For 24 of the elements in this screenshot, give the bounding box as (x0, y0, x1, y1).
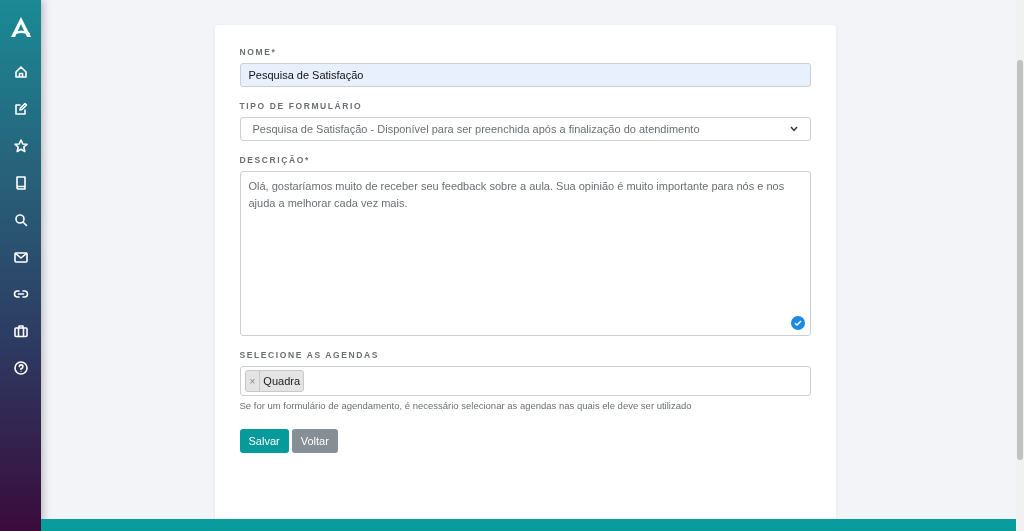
remove-tag-button[interactable]: × (245, 371, 261, 391)
back-button[interactable]: Voltar (291, 429, 338, 453)
field-label: SELECIONE AS AGENDAS (239, 350, 381, 360)
field-label: DESCRIÇÃO* (239, 155, 311, 165)
field-label: NOME* (239, 47, 278, 57)
name-field[interactable]: Pesquisa de Satisfação (239, 63, 811, 87)
mail-icon[interactable] (12, 249, 29, 265)
scrollbar[interactable] (1016, 0, 1024, 531)
form-type-dropdown[interactable]: Pesquisa de Satisfação - Disponível para ser preenchida após a finalização do atendimento (239, 117, 811, 141)
checkmark-icon[interactable] (790, 316, 805, 330)
edit-icon[interactable] (12, 101, 29, 117)
agenda-select-field[interactable]: × Quadra (239, 366, 811, 396)
chevron-down-icon (789, 126, 798, 132)
tag-label: Quadra (262, 375, 302, 387)
star-icon[interactable] (12, 138, 29, 154)
help-text: Se for um formulário de agendamento, é necessário selecionar as agendas nas quais ele deve ser utilizado (239, 400, 693, 411)
field-label: TIPO DE FORMULÁRIO (239, 101, 364, 111)
save-button[interactable]: Salvar (239, 429, 289, 453)
home-icon[interactable] (12, 64, 29, 80)
briefcase-icon[interactable] (12, 323, 29, 339)
search-icon[interactable] (12, 212, 29, 228)
logo-icon (9, 16, 32, 38)
help-icon[interactable] (12, 360, 29, 376)
description-textarea[interactable]: Olá, gostaríamos muito de receber seu feedback sobre a aula. Sua opinião é muito importante para nós e nos ajuda a melhorar cada vez mais. (239, 171, 811, 336)
